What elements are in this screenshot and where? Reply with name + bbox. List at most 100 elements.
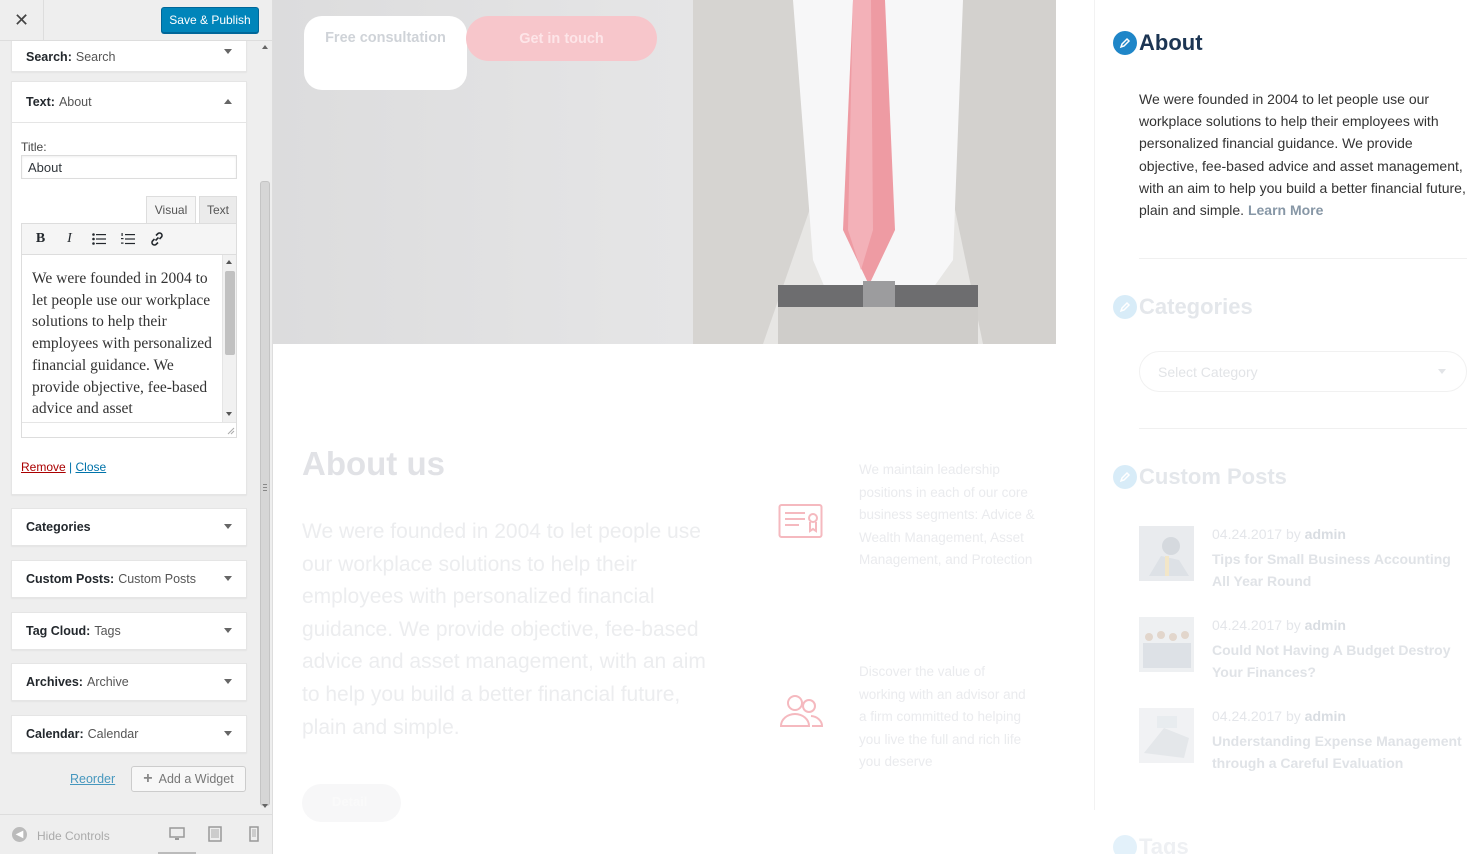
link-button[interactable] [144,227,169,251]
collapse-arrow-icon[interactable]: ◀ [12,827,27,842]
widget-type: Custom Posts: [26,572,115,586]
widget-tag-cloud-header[interactable]: Tag Cloud: Tags [12,613,246,649]
post-item[interactable]: 04.24.2017 by admin Could Not Having A B… [1139,617,1469,687]
pencil-icon[interactable] [1113,465,1137,489]
category-select[interactable]: Select Category [1139,351,1467,392]
customizer-header: ✕ Save & Publish [0,0,272,41]
widget-title: Calendar [87,727,139,741]
widget-text-body: Title: Visual Text B I [12,122,246,495]
widget-calendar[interactable]: Calendar: Calendar [11,715,247,753]
save-publish-button[interactable]: Save & Publish [161,7,259,33]
post-thumbnail[interactable] [1139,708,1194,763]
widget-text: Text: About Title: Visual Text B I [11,81,247,495]
scroll-down-icon[interactable] [226,412,232,416]
close-link[interactable]: Close [76,460,107,474]
post-thumbnail-image [1139,708,1194,763]
post-item[interactable]: 04.24.2017 by admin Understanding Expens… [1139,708,1469,778]
post-meta: 04.24.2017 by admin [1212,526,1346,542]
widget-calendar-header[interactable]: Calendar: Calendar [12,716,246,752]
widget-type: Tag Cloud: [26,624,91,638]
post-thumbnail[interactable] [1139,526,1194,581]
chevron-down-icon[interactable] [224,731,232,736]
post-title[interactable]: Could Not Having A Budget Destroy Your F… [1212,639,1469,684]
post-author[interactable]: admin [1305,617,1346,633]
widget-title: Tags [94,624,121,638]
scroll-down-icon[interactable] [262,804,268,808]
detail-button[interactable]: Detail [302,784,401,822]
post-author[interactable]: admin [1305,708,1346,724]
editor-textarea[interactable]: We were founded in 2004 to let people us… [21,255,237,438]
widget-title: Custom Posts [118,572,197,586]
tab-visual[interactable]: Visual [146,196,196,223]
sidebar-custom-posts-title: Custom Posts [1113,464,1287,490]
pencil-icon[interactable] [1113,295,1137,319]
panel-scroll-thumb[interactable] [260,181,270,806]
pencil-glyph [1119,37,1131,49]
panel-scrollbar[interactable] [258,41,272,814]
chevron-down-icon[interactable] [224,628,232,633]
free-consultation-button[interactable]: Free consultation [304,16,467,90]
sidebar-about-title: About [1113,30,1203,56]
editor-content[interactable]: We were founded in 2004 to let people us… [32,268,214,437]
chevron-down-icon[interactable] [224,576,232,581]
link-icon [150,232,163,246]
editor-scrollbar[interactable] [222,255,236,423]
close-customizer-button[interactable]: ✕ [0,0,44,41]
reorder-link[interactable]: Reorder [70,772,115,786]
post-title[interactable]: Tips for Small Business Accounting All Y… [1212,548,1469,593]
chevron-down-icon[interactable] [224,679,232,684]
widget-archives-header[interactable]: Archives: Archive [12,664,246,700]
post-meta: 04.24.2017 by admin [1212,617,1346,633]
editor-resize-bar[interactable] [22,422,236,437]
site-preview: Free consultation Get in touch About us … [273,0,1471,854]
editor-scroll-thumb[interactable] [225,271,235,355]
post-thumbnail[interactable] [1139,617,1194,672]
tab-text[interactable]: Text [199,196,237,223]
post-item[interactable]: 04.24.2017 by admin Tips for Small Busin… [1139,526,1469,596]
users-icon [779,695,824,727]
get-in-touch-button[interactable]: Get in touch [466,16,657,61]
widget-categories[interactable]: Categories [11,508,247,546]
widget-search[interactable]: Search: Search [11,41,247,72]
pencil-icon[interactable] [1113,31,1137,55]
chevron-down-icon[interactable] [224,524,232,529]
scroll-up-icon[interactable] [262,45,268,49]
sidebar-categories-title-text: Categories [1139,294,1253,319]
widget-title: Search [75,49,116,64]
editor-toolbar: B I [21,223,237,255]
numbered-list-button[interactable] [115,227,140,251]
widget-search-header[interactable]: Search: Search [12,41,246,71]
feature-text: Discover the value of working with an ad… [859,664,1026,769]
widget-categories-header[interactable]: Categories [12,509,246,545]
widget-title: Archive [86,675,129,689]
pencil-icon[interactable] [1113,835,1137,854]
chevron-up-icon[interactable] [224,99,232,104]
hide-controls-label[interactable]: Hide Controls [37,829,110,843]
widget-tag-cloud[interactable]: Tag Cloud: Tags [11,612,247,650]
add-widget-button[interactable]: + Add a Widget [131,766,246,792]
remove-link[interactable]: Remove [21,460,66,474]
about-paragraph: We were founded in 2004 to let people us… [302,520,706,739]
resize-handle-icon[interactable] [226,426,235,435]
scroll-up-icon[interactable] [226,260,232,264]
post-author[interactable]: admin [1305,526,1346,542]
pencil-glyph [1119,301,1131,313]
title-input[interactable] [21,155,237,179]
widgets-footer: Reorder + Add a Widget [0,765,257,805]
bullet-list-button[interactable] [86,227,111,251]
widget-custom-posts-header[interactable]: Custom Posts: Custom Posts [12,561,246,597]
grip-line [263,487,267,488]
italic-button[interactable]: I [57,227,82,251]
chevron-down-icon[interactable] [224,49,232,54]
widget-archives[interactable]: Archives: Archive [11,663,247,701]
desktop-preview-icon[interactable] [169,826,185,842]
bold-button[interactable]: B [28,227,53,251]
post-title[interactable]: Understanding Expense Management through… [1212,730,1469,775]
learn-more-link[interactable]: Learn More [1248,202,1323,218]
mobile-preview-icon[interactable] [246,826,262,842]
widget-type: Text: [26,95,55,109]
widget-text-header[interactable]: Text: About [12,82,246,122]
post-date: 04.24.2017 [1212,708,1283,724]
tablet-preview-icon[interactable] [207,826,223,842]
widget-custom-posts[interactable]: Custom Posts: Custom Posts [11,560,247,598]
